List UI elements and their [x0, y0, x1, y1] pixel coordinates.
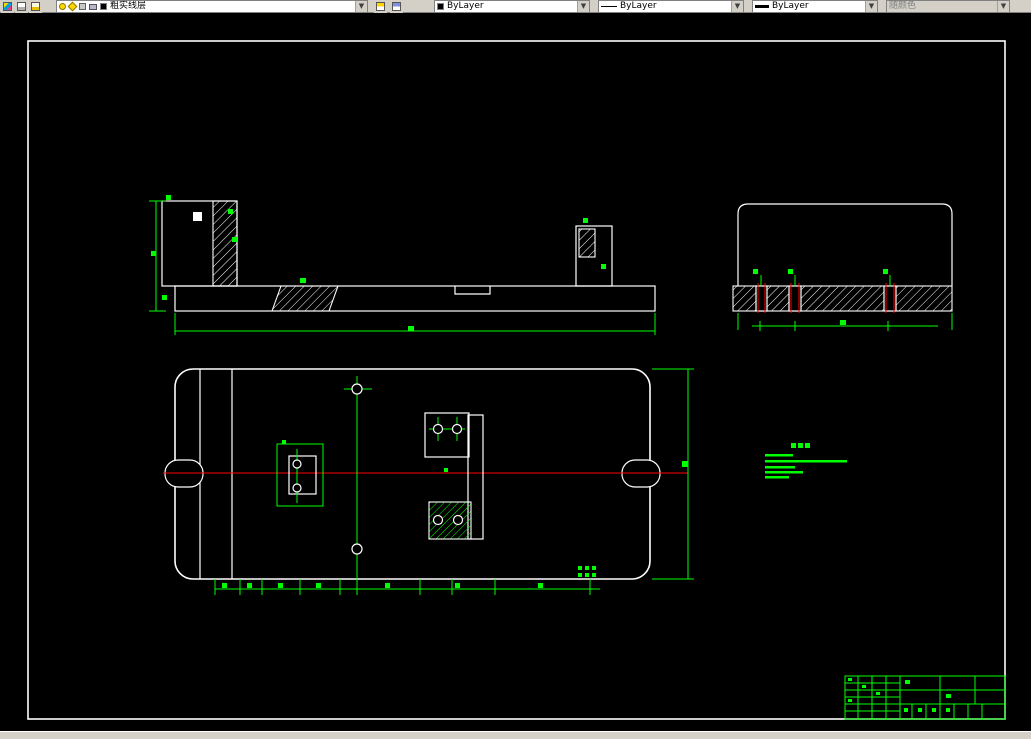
hole[interactable] — [451, 423, 463, 435]
technical-notes-annotation[interactable] — [765, 443, 847, 479]
plot-style-value: 随颜色 — [889, 1, 917, 11]
fastener-slot[interactable] — [788, 283, 802, 313]
side-view[interactable] — [732, 203, 953, 331]
layer-manager-button[interactable] — [29, 0, 42, 13]
top-toolbar: 粗实线层 ▼ ByLayer ▼ ByLayer ▼ ByLayer ▼ 随颜色… — [0, 0, 1031, 13]
section-hatch[interactable] — [212, 200, 238, 287]
section-hatch[interactable] — [578, 228, 596, 258]
layer-states-button[interactable] — [15, 0, 28, 13]
front-view[interactable] — [149, 13, 760, 335]
layer-sheet-icon — [17, 2, 26, 11]
title-block[interactable] — [844, 675, 1006, 720]
chevron-down-icon[interactable]: ▼ — [865, 1, 877, 12]
layer-name: 粗实线层 — [110, 1, 147, 11]
drawing-frame — [27, 40, 1006, 720]
clamp-block-right[interactable] — [424, 412, 484, 540]
drawing-canvas[interactable] — [0, 13, 1031, 731]
hole[interactable] — [351, 383, 363, 395]
bottom-bar — [0, 731, 1031, 739]
lineweight-dropdown[interactable]: ByLayer ▼ — [752, 0, 878, 13]
linetype-value: ByLayer — [620, 1, 657, 11]
datum-label — [578, 566, 596, 577]
layer-previous-icon — [392, 2, 401, 11]
linetype-sample-icon — [601, 6, 617, 7]
layer-plot-printer-icon[interactable] — [89, 3, 97, 10]
dimension-text-marks — [682, 461, 688, 467]
lineweight-sample-icon — [755, 5, 769, 8]
chevron-down-icon[interactable]: ▼ — [731, 1, 743, 12]
hole[interactable] — [292, 483, 302, 493]
fastener-slot[interactable] — [755, 283, 768, 313]
layer-previous-button[interactable] — [390, 0, 403, 13]
color-dropdown[interactable]: ByLayer ▼ — [434, 0, 590, 13]
layer-properties-button[interactable] — [1, 0, 14, 13]
lineweight-value: ByLayer — [772, 1, 809, 11]
make-object-layer-current-button[interactable] — [374, 0, 387, 13]
layer-sheet2-icon — [31, 2, 40, 11]
plot-style-dropdown[interactable]: 随颜色 ▼ — [886, 0, 1010, 13]
make-layer-current-icon — [376, 2, 385, 11]
layer-on-bulb-icon[interactable] — [59, 3, 66, 10]
plan-view[interactable] — [163, 368, 694, 595]
color-value: ByLayer — [447, 1, 484, 11]
chevron-down-icon[interactable]: ▼ — [577, 1, 589, 12]
hole[interactable] — [432, 514, 444, 526]
fastener-slot[interactable] — [883, 283, 897, 313]
layer-lock-icon[interactable] — [79, 3, 86, 10]
layer-color-swatch — [100, 3, 107, 10]
base-plate-outline[interactable] — [174, 368, 651, 580]
layer-dropdown[interactable]: 粗实线层 ▼ — [56, 0, 368, 13]
section-hatch[interactable] — [271, 285, 339, 312]
model-space[interactable] — [0, 13, 1031, 731]
hole[interactable] — [432, 423, 444, 435]
hole[interactable] — [452, 514, 464, 526]
layers-icon — [3, 2, 12, 11]
chevron-down-icon[interactable]: ▼ — [355, 1, 367, 12]
hole[interactable] — [351, 543, 363, 555]
cad-window: 粗实线层 ▼ ByLayer ▼ ByLayer ▼ ByLayer ▼ 随颜色… — [0, 0, 1031, 739]
linetype-dropdown[interactable]: ByLayer ▼ — [598, 0, 744, 13]
current-color-swatch — [437, 3, 444, 10]
layer-freeze-sun-icon[interactable] — [67, 1, 78, 12]
chevron-down-icon[interactable]: ▼ — [997, 1, 1009, 12]
hole[interactable] — [292, 459, 302, 469]
